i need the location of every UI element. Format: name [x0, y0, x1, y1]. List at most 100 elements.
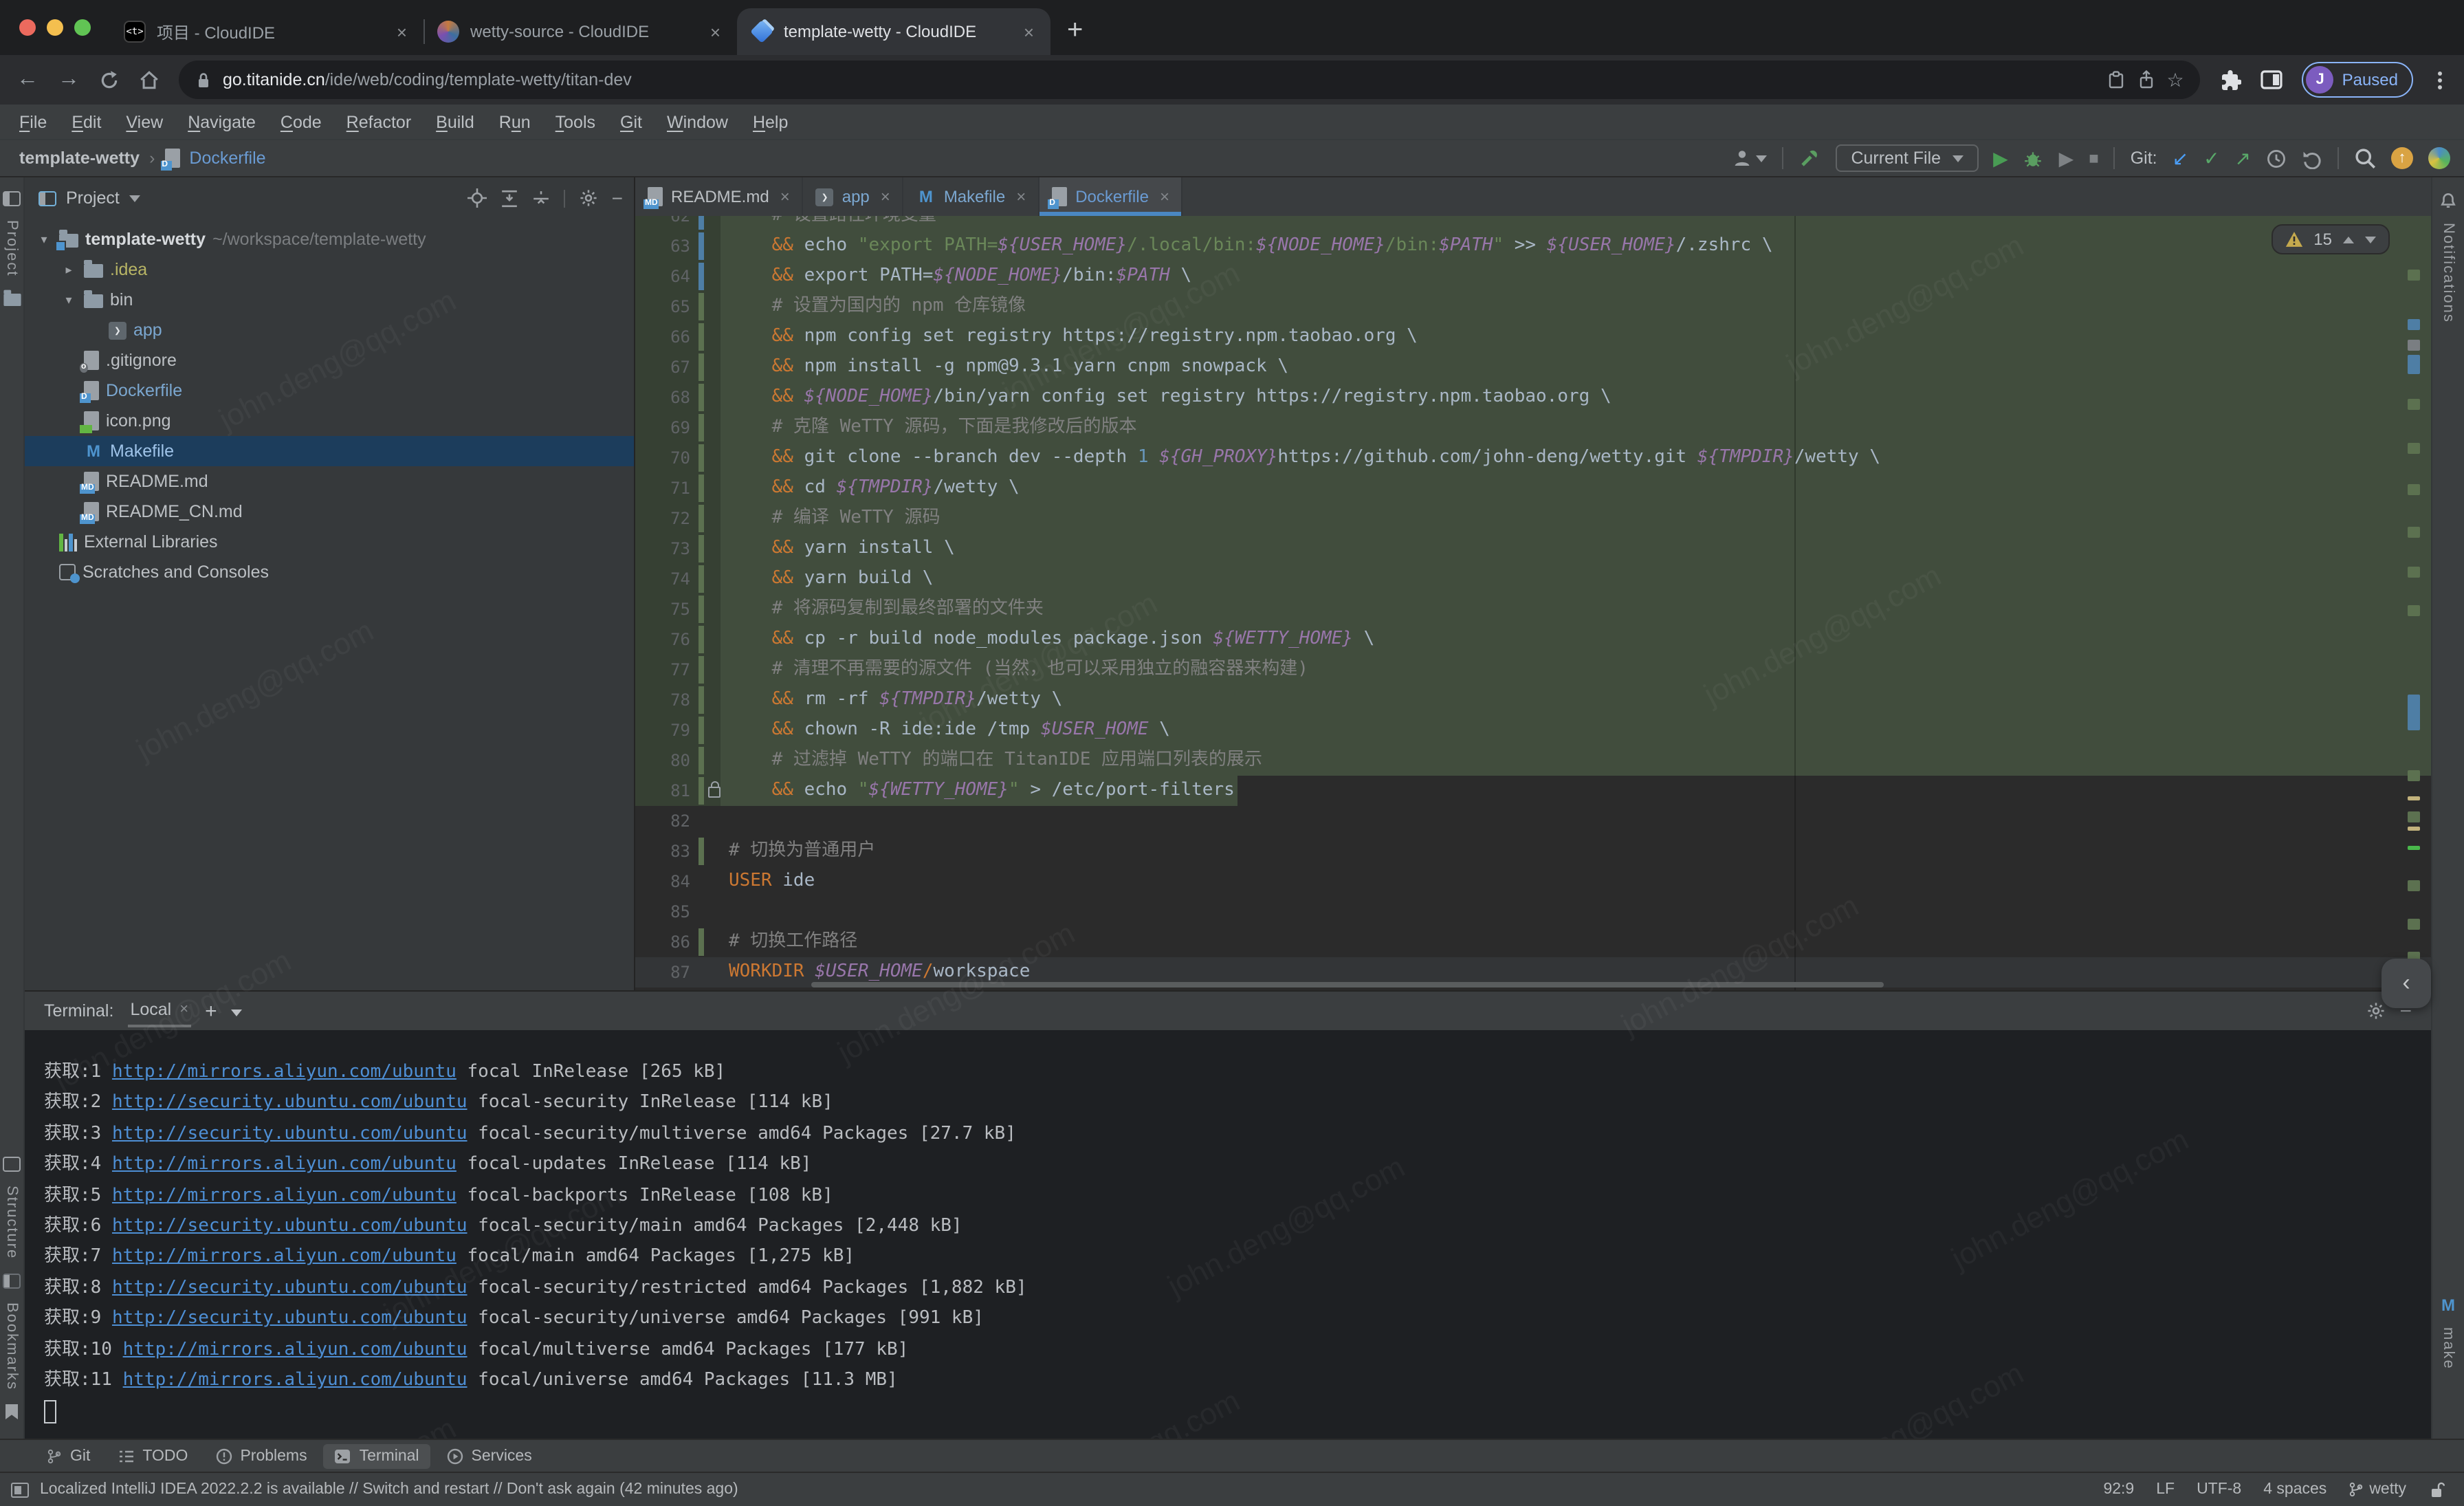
- terminal-url-link[interactable]: http://security.ubuntu.com/ubuntu: [112, 1216, 468, 1236]
- run-coverage-icon[interactable]: ▶: [2059, 149, 2074, 168]
- project-view-chevron-icon[interactable]: [129, 195, 140, 201]
- profile-button[interactable]: J Paused: [2302, 62, 2413, 98]
- tree-chevron-icon[interactable]: ▸: [60, 262, 77, 277]
- browser-tab[interactable]: <t>项目 - CloudIDE×: [110, 8, 424, 55]
- terminal-url-link[interactable]: http://security.ubuntu.com/ubuntu: [112, 1093, 468, 1113]
- menu-run[interactable]: Run: [499, 112, 531, 131]
- code-line-75[interactable]: 75 # 将源码复制到最终部署的文件夹: [635, 594, 2431, 624]
- code-area[interactable]: 62 # 设置路径环境变量63 && echo "export PATH=${U…: [635, 216, 2431, 990]
- code-line-67[interactable]: 67 && npm install -g npm@9.3.1 yarn cnpm…: [635, 352, 2431, 382]
- git-branch-widget[interactable]: wetty: [2348, 1481, 2406, 1498]
- stripe-label-notifications[interactable]: Notifications: [2440, 223, 2456, 323]
- settings-gear-icon[interactable]: [579, 188, 598, 208]
- ide-settings-icon[interactable]: [2428, 147, 2450, 169]
- toolwindow-button-todo[interactable]: TODO: [107, 1443, 199, 1468]
- address-bar[interactable]: go.titanide.cn/ide/web/coding/template-w…: [179, 61, 2201, 99]
- tree-item-icon-png[interactable]: icon.png: [25, 406, 634, 436]
- terminal-output[interactable]: 获取:1 http://mirrors.aliyun.com/ubuntu fo…: [25, 1030, 2431, 1439]
- expand-all-icon[interactable]: [500, 189, 518, 207]
- menu-file[interactable]: File: [19, 112, 47, 131]
- tab-close-icon[interactable]: ×: [780, 187, 790, 206]
- hide-panel-icon[interactable]: −: [612, 187, 623, 209]
- tree-item-dockerfile[interactable]: Dockerfile: [25, 375, 634, 406]
- back-icon[interactable]: ←: [16, 69, 38, 91]
- forward-icon[interactable]: →: [58, 69, 80, 91]
- toolwindow-button-git[interactable]: Git: [36, 1443, 101, 1468]
- toolwindow-button-problems[interactable]: Problems: [204, 1443, 318, 1468]
- terminal-settings-icon[interactable]: [2366, 1001, 2386, 1021]
- menu-view[interactable]: View: [126, 112, 163, 131]
- status-event-icon[interactable]: [11, 1482, 29, 1497]
- terminal-tab-local[interactable]: Local ×: [127, 994, 191, 1027]
- code-line-68[interactable]: 68 && ${NODE_HOME}/bin/yarn config set r…: [635, 382, 2431, 413]
- browser-tab[interactable]: template-wetty - CloudIDE×: [737, 8, 1050, 55]
- caret-position[interactable]: 92:9: [2103, 1481, 2134, 1498]
- rollback-icon[interactable]: [2302, 148, 2322, 168]
- next-warning-icon[interactable]: [2365, 236, 2376, 243]
- editor-tab-makefile[interactable]: MMakefile×: [904, 177, 1040, 216]
- terminal-url-link[interactable]: http://security.ubuntu.com/ubuntu: [112, 1124, 468, 1144]
- make-toolwindow-icon[interactable]: M: [2441, 1297, 2455, 1313]
- tree-item-external-libraries[interactable]: External Libraries: [25, 527, 634, 557]
- code-line-76[interactable]: 76 && cp -r build node_modules package.j…: [635, 624, 2431, 655]
- menu-refactor[interactable]: Refactor: [346, 112, 412, 131]
- code-line-80[interactable]: 80 # 过滤掉 WeTTY 的端口在 TitanIDE 应用端口列表的展示: [635, 745, 2431, 776]
- code-line-86[interactable]: 86# 切换工作路径: [635, 927, 2431, 957]
- tab-close-icon[interactable]: ×: [707, 21, 723, 42]
- code-line-73[interactable]: 73 && yarn install \: [635, 534, 2431, 564]
- history-icon[interactable]: [2266, 148, 2287, 168]
- terminal-url-link[interactable]: http://mirrors.aliyun.com/ubuntu: [112, 1185, 456, 1205]
- tab-close-icon[interactable]: ×: [1160, 187, 1169, 206]
- bookmark-star-icon[interactable]: ☆: [2166, 68, 2184, 91]
- structure-toolwindow-icon[interactable]: [3, 1157, 21, 1172]
- folder-icon[interactable]: [3, 294, 20, 307]
- share-icon[interactable]: [2136, 70, 2155, 89]
- code-line-81[interactable]: 81 && echo "${WETTY_HOME}" > /etc/port-f…: [635, 776, 2431, 806]
- code-line-65[interactable]: 65 # 设置为国内的 npm 仓库镜像: [635, 292, 2431, 322]
- menu-edit[interactable]: Edit: [72, 112, 101, 131]
- profile-settings-button[interactable]: [1732, 149, 1767, 168]
- terminal-tab-close-icon[interactable]: ×: [179, 1001, 188, 1018]
- side-panel-icon[interactable]: [2261, 70, 2283, 89]
- reload-icon[interactable]: [99, 69, 120, 90]
- terminal-url-link[interactable]: http://mirrors.aliyun.com/ubuntu: [112, 1062, 456, 1082]
- git-commit-icon[interactable]: ✓: [2203, 149, 2219, 168]
- code-line-64[interactable]: 64 && export PATH=${NODE_HOME}/bin:$PATH…: [635, 261, 2431, 292]
- tab-close-icon[interactable]: ×: [1016, 187, 1026, 206]
- menu-git[interactable]: Git: [620, 112, 642, 131]
- run-config-selector[interactable]: Current File: [1836, 144, 1978, 172]
- code-line-79[interactable]: 79 && chown -R ide:ide /tmp $USER_HOME \: [635, 715, 2431, 745]
- stripe-label-bookmarks[interactable]: Bookmarks: [3, 1302, 20, 1390]
- tree-chevron-icon[interactable]: ▾: [60, 292, 77, 307]
- debug-icon[interactable]: [2023, 148, 2044, 168]
- code-line-85[interactable]: 85: [635, 897, 2431, 927]
- code-line-62[interactable]: 62 # 设置路径环境变量: [635, 216, 2431, 231]
- collapse-all-icon[interactable]: [532, 189, 550, 207]
- code-line-83[interactable]: 83# 切换为普通用户: [635, 836, 2431, 866]
- code-line-69[interactable]: 69 # 克隆 WeTTY 源码，下面是我修改后的版本: [635, 413, 2431, 443]
- code-line-78[interactable]: 78 && rm -rf ${TMPDIR}/wetty \: [635, 685, 2431, 715]
- terminal-url-link[interactable]: http://security.ubuntu.com/ubuntu: [112, 1278, 468, 1298]
- tree-chevron-icon[interactable]: ▾: [36, 232, 52, 247]
- tab-close-icon[interactable]: ×: [881, 187, 890, 206]
- menu-help[interactable]: Help: [753, 112, 788, 131]
- tab-close-icon[interactable]: ×: [394, 21, 410, 42]
- code-line-82[interactable]: 82: [635, 806, 2431, 836]
- toolwindow-button-services[interactable]: Services: [436, 1443, 543, 1468]
- terminal-dropdown-icon[interactable]: [231, 1009, 242, 1016]
- editor-tab-dockerfile[interactable]: Dockerfile×: [1040, 177, 1183, 216]
- extensions-icon[interactable]: [2220, 69, 2242, 91]
- terminal-url-link[interactable]: http://mirrors.aliyun.com/ubuntu: [112, 1154, 456, 1175]
- editor-tab-readme-md[interactable]: README.md×: [635, 177, 804, 216]
- git-push-icon[interactable]: ↗: [2235, 149, 2251, 168]
- minimize-window-icon[interactable]: [47, 19, 63, 36]
- stop-icon[interactable]: ■: [2089, 149, 2099, 168]
- terminal-url-link[interactable]: http://mirrors.aliyun.com/ubuntu: [112, 1247, 456, 1267]
- home-icon[interactable]: [139, 69, 160, 90]
- code-line-72[interactable]: 72 # 编译 WeTTY 源码: [635, 503, 2431, 534]
- run-icon[interactable]: ▶: [1993, 149, 2008, 168]
- tree-item-makefile[interactable]: MMakefile: [25, 436, 634, 466]
- new-terminal-icon[interactable]: +: [205, 999, 217, 1023]
- favorites-toolwindow-icon[interactable]: [3, 1274, 21, 1289]
- search-everywhere-icon[interactable]: [2354, 147, 2376, 169]
